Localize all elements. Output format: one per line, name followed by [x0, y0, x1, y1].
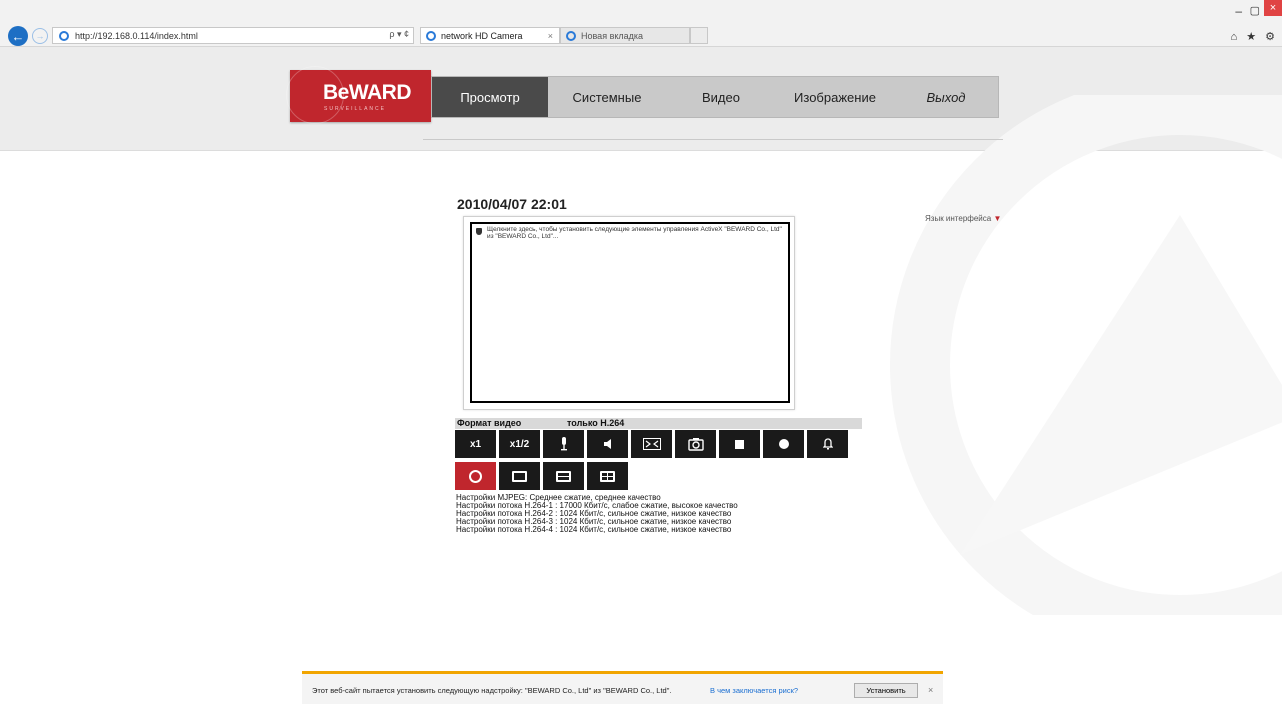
- nav-video[interactable]: Видео: [666, 77, 776, 117]
- tab-label: network HD Camera: [441, 30, 523, 41]
- stream-settings-list: Настройки MJPEG: Среднее сжатие, среднее…: [456, 494, 738, 534]
- address-url: http://192.168.0.114/index.html: [75, 30, 198, 41]
- fullscreen-button[interactable]: [631, 430, 672, 458]
- nav-exit[interactable]: Выход: [894, 77, 998, 117]
- two-split-button[interactable]: [543, 462, 584, 490]
- video-viewport[interactable]: [470, 222, 790, 403]
- record-icon: [778, 439, 789, 449]
- zoom-half-button[interactable]: x1/2: [499, 430, 540, 458]
- logo-text: BeWARD: [323, 81, 412, 104]
- setting-h264-4: Настройки потока H.264-4 : 1024 Кбит/с, …: [456, 525, 732, 534]
- quad-split-icon: [600, 470, 615, 482]
- microphone-button[interactable]: [543, 430, 584, 458]
- maximize-icon[interactable]: ▢: [1250, 4, 1260, 17]
- beward-watermark-graphic: [890, 95, 1282, 615]
- single-view-button[interactable]: [499, 462, 540, 490]
- speaker-button[interactable]: [587, 430, 628, 458]
- back-arrow-icon: ←: [11, 28, 25, 44]
- record-button[interactable]: [763, 430, 804, 458]
- main-nav: Просмотр Системные Видео Изображение Вых…: [431, 76, 999, 118]
- video-format-value: только H.264: [567, 418, 625, 428]
- stream-circle-icon: [469, 469, 482, 483]
- logo-subtext: SURVEILLANCE: [324, 106, 386, 112]
- playback-controls: x1 x1/2: [455, 430, 848, 458]
- tab-new-tab[interactable]: Новая вкладка: [560, 27, 690, 44]
- tab-network-hd-camera[interactable]: network HD Camera ×: [420, 27, 560, 44]
- alarm-bell-icon: [822, 438, 833, 450]
- back-button[interactable]: ←: [8, 26, 28, 46]
- snapshot-icon: [687, 437, 704, 451]
- stream-button[interactable]: [455, 462, 496, 490]
- zoom-x1-button[interactable]: x1: [455, 430, 496, 458]
- risk-link[interactable]: В чем заключается риск?: [710, 686, 798, 695]
- alarm-button[interactable]: [807, 430, 848, 458]
- tab-label: Новая вкладка: [581, 30, 644, 41]
- home-favorites-settings-icons[interactable]: ⌂ ★ ⚙: [1231, 30, 1278, 43]
- search-refresh-icons[interactable]: ρ ▾ ¢: [389, 29, 409, 40]
- minimize-icon[interactable]: –: [1235, 4, 1242, 18]
- address-bar[interactable]: http://192.168.0.114/index.html ρ ▾ ¢: [52, 27, 414, 44]
- stop-icon: [735, 439, 744, 449]
- addon-notification-bar: Этот веб-сайт пытается установить следую…: [302, 671, 943, 704]
- close-notification-icon[interactable]: ×: [928, 685, 933, 695]
- language-label: Язык интерфейса: [925, 214, 992, 223]
- window-close-icon[interactable]: ×: [1264, 0, 1282, 16]
- browser-toolbar: ← → http://192.168.0.114/index.html ρ ▾ …: [0, 0, 1282, 47]
- language-selector[interactable]: Язык интерфейса ▼: [925, 214, 1001, 223]
- ie-tab-icon: [566, 31, 576, 41]
- activex-install-message[interactable]: Щелкните здесь, чтобы установить следующ…: [487, 226, 787, 240]
- nav-view[interactable]: Просмотр: [432, 77, 548, 117]
- notification-text: Этот веб-сайт пытается установить следую…: [312, 686, 672, 695]
- new-tab-button[interactable]: [690, 27, 708, 44]
- dropdown-arrow-icon: ▼: [993, 214, 1002, 223]
- snapshot-button[interactable]: [675, 430, 716, 458]
- close-tab-icon[interactable]: ×: [548, 31, 553, 41]
- install-button[interactable]: Установить: [854, 683, 918, 698]
- ie-tab-icon: [426, 31, 436, 41]
- video-format-row: Формат видео только H.264: [455, 418, 862, 429]
- camera-datetime: 2010/04/07 22:01: [457, 196, 567, 212]
- nav-image[interactable]: Изображение: [776, 77, 894, 117]
- two-split-icon: [556, 470, 571, 482]
- video-format-label: Формат видео: [457, 418, 522, 428]
- speaker-icon: [603, 439, 611, 449]
- header-divider: [423, 139, 1003, 140]
- forward-arrow-icon: →: [35, 31, 45, 41]
- nav-system[interactable]: Системные: [548, 77, 666, 117]
- layout-controls: [455, 462, 628, 490]
- shield-icon: [476, 228, 482, 235]
- forward-button[interactable]: →: [32, 28, 48, 44]
- single-view-icon: [512, 470, 527, 482]
- stop-button[interactable]: [719, 430, 760, 458]
- quad-split-button[interactable]: [587, 462, 628, 490]
- fullscreen-icon: [642, 438, 661, 450]
- beward-logo: BeWARD SURVEILLANCE: [286, 66, 431, 124]
- ie-page-icon: [59, 31, 69, 41]
- microphone-icon: [560, 437, 567, 451]
